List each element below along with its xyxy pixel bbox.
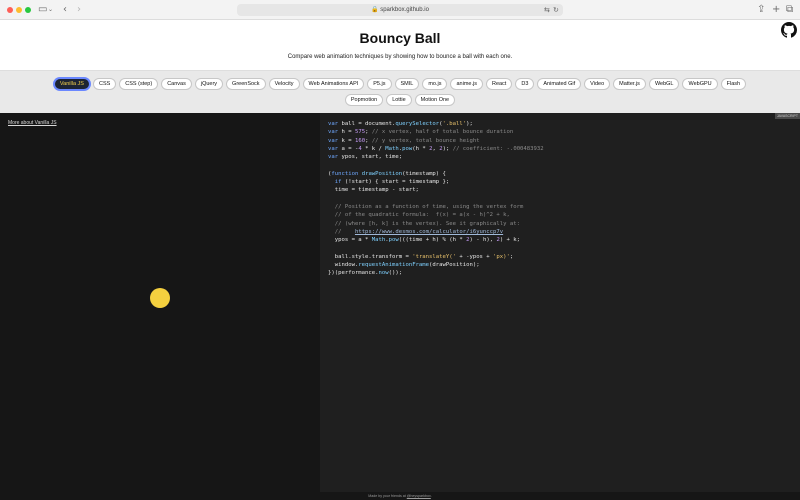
tab-jquery[interactable]: jQuery xyxy=(194,78,224,90)
code-line: // (where [h, k] is the vertex). See it … xyxy=(328,220,520,227)
footer-link[interactable]: @heysparkbox xyxy=(407,494,431,498)
zoom-window-button[interactable] xyxy=(25,7,31,13)
technique-tabs: Vanilla JS CSS CSS (step) Canvas jQuery … xyxy=(0,70,800,113)
more-about-link[interactable]: More about Vanilla JS xyxy=(8,120,57,126)
tab-velocity[interactable]: Velocity xyxy=(268,78,300,90)
tab-css-step[interactable]: CSS (step) xyxy=(119,78,159,90)
code-line: var a = -4 * k / Math.pow(h * 2, 2); // … xyxy=(328,145,544,152)
code-line: // Position as a function of time, using… xyxy=(328,203,524,210)
code-line: var h = 575; // x vertex, half of total … xyxy=(328,129,514,136)
tab-motion-one[interactable]: Motion One xyxy=(414,94,456,106)
tab-web-animations-api[interactable]: Web Animations API xyxy=(302,78,365,90)
tab-css[interactable]: CSS xyxy=(92,78,117,90)
bouncing-ball xyxy=(150,288,170,308)
tab-animated-gif[interactable]: Animated Gif xyxy=(537,78,582,90)
demo-panel: More about Vanilla JS xyxy=(0,113,320,492)
sidebar-icon[interactable]: ▭ xyxy=(38,4,47,16)
tab-row-2: Popmotion Lottie Motion One xyxy=(0,94,800,106)
code-line: ball.style.transform = 'translateY(' + -… xyxy=(328,253,514,260)
page-subtitle: Compare web animation techniques by show… xyxy=(287,54,513,60)
code-line: time = timestamp - start; xyxy=(328,187,419,194)
tab-animejs[interactable]: anime.js xyxy=(450,78,483,90)
close-window-button[interactable] xyxy=(7,7,13,13)
page-title: Bouncy Ball xyxy=(359,30,441,46)
code-line: ypos = a * Math.pow(((time + h) % (h * 2… xyxy=(328,237,521,244)
code-line: // https://www.desmos.com/calculator/i6y… xyxy=(328,228,504,235)
lock-icon: 🔒 xyxy=(371,7,379,13)
tab-smil[interactable]: SMIL xyxy=(394,78,420,90)
github-icon[interactable] xyxy=(781,22,797,38)
tab-lottie[interactable]: Lottie xyxy=(386,94,412,106)
tab-webgpu[interactable]: WebGPU xyxy=(682,78,718,90)
footer: Made by your friends at @heysparkbox. xyxy=(0,492,800,500)
url-text: 🔒 sparkbox.github.io xyxy=(371,7,429,13)
tabs-overview-icon[interactable]: ⧉ xyxy=(786,4,793,16)
browser-toolbar: ▭ ⌄ ‹ › 🔒 sparkbox.github.io ⇆ ↻ ⇪ + ⧉ xyxy=(0,0,800,20)
code-block: var ball = document.querySelector('.ball… xyxy=(328,120,544,278)
tab-mojs[interactable]: mo.js xyxy=(422,78,448,90)
tab-canvas[interactable]: Canvas xyxy=(161,78,192,90)
code-line: var ypos, start, time; xyxy=(328,154,403,161)
translate-icon[interactable]: ⇆ xyxy=(544,4,550,16)
chevron-left-icon[interactable]: ‹ xyxy=(63,4,67,16)
code-panel: JAVASCRIPT var ball = document.querySele… xyxy=(320,113,800,492)
code-line: })(performance.now()); xyxy=(328,270,403,277)
address-bar[interactable]: 🔒 sparkbox.github.io ⇆ ↻ xyxy=(237,4,563,16)
code-line: var ball = document.querySelector('.ball… xyxy=(328,121,473,127)
code-line: // of the quadratic formula: f(x) = a(x … xyxy=(328,212,510,219)
footer-text: Made by your friends at xyxy=(368,494,406,498)
tab-vanilla-js[interactable]: Vanilla JS xyxy=(53,78,90,90)
tab-flash[interactable]: Flash xyxy=(720,78,747,90)
tab-row-1: Vanilla JS CSS CSS (step) Canvas jQuery … xyxy=(0,78,800,90)
code-line: window.requestAnimationFrame(drawPositio… xyxy=(328,262,480,269)
reload-icon[interactable]: ↻ xyxy=(553,4,559,16)
chevron-down-icon[interactable]: ⌄ xyxy=(48,4,53,16)
code-line: var k = 160; // y vertex, total bounce h… xyxy=(328,137,480,144)
tab-greensock[interactable]: GreenSock xyxy=(226,78,266,90)
language-badge: JAVASCRIPT xyxy=(774,113,800,119)
tab-p5js[interactable]: P5.js xyxy=(367,78,392,90)
code-line: if (!start) { start = timestamp }; xyxy=(334,179,450,186)
tab-d3[interactable]: D3 xyxy=(515,78,535,90)
plus-icon[interactable]: + xyxy=(772,4,780,16)
tab-react[interactable]: React xyxy=(485,78,513,90)
tab-popmotion[interactable]: Popmotion xyxy=(344,94,384,106)
share-icon[interactable]: ⇪ xyxy=(757,4,765,16)
tab-matterjs[interactable]: Matter.js xyxy=(613,78,646,90)
tab-webgl[interactable]: WebGL xyxy=(648,78,680,90)
tab-video[interactable]: Video xyxy=(584,78,611,90)
chevron-right-icon[interactable]: › xyxy=(77,4,81,16)
code-line: (function drawPosition(timestamp) { xyxy=(328,170,446,177)
minimize-window-button[interactable] xyxy=(16,7,22,13)
